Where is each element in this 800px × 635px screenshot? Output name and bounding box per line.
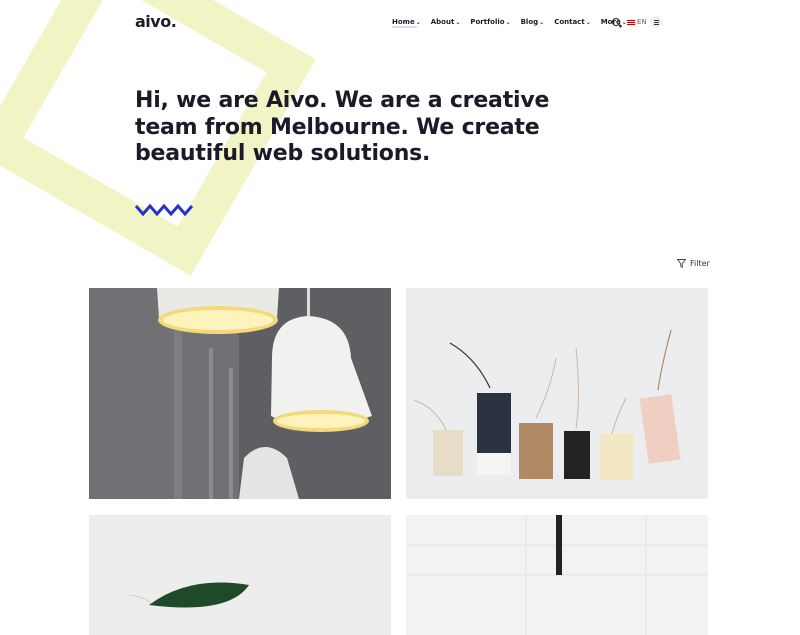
site-header: aivo. Home⌄ About⌄ Portfolio⌄ Blog⌄ Cont… xyxy=(0,0,800,46)
nav-item-label: Portfolio xyxy=(470,18,505,26)
hero-title: Hi, we are Aivo. We are a creative team … xyxy=(135,88,550,166)
logo[interactable]: aivo. xyxy=(135,12,177,31)
portfolio-item[interactable] xyxy=(406,288,708,499)
chevron-down-icon: ⌄ xyxy=(585,19,591,26)
chevron-down-icon: ⌄ xyxy=(505,19,511,26)
portfolio-item[interactable] xyxy=(89,515,391,635)
chevron-down-icon: ⌄ xyxy=(539,19,545,26)
chevron-down-icon: ⌄ xyxy=(455,19,461,26)
menu-button[interactable] xyxy=(650,16,662,28)
flag-icon xyxy=(627,19,635,25)
nav-item-home[interactable]: Home⌄ xyxy=(392,18,421,28)
nav-item-label: Blog xyxy=(520,18,539,26)
main-nav: Home⌄ About⌄ Portfolio⌄ Blog⌄ Contact⌄ M… xyxy=(392,18,637,28)
language-selector[interactable]: EN xyxy=(627,18,647,26)
portfolio-item[interactable] xyxy=(89,288,391,499)
language-label: EN xyxy=(637,18,647,26)
nav-item-contact[interactable]: Contact⌄ xyxy=(554,18,591,26)
gift-tags-image xyxy=(406,288,708,499)
zigzag-icon xyxy=(135,203,193,217)
nav-item-label: Contact xyxy=(554,18,585,26)
white-wall-image xyxy=(406,515,708,635)
nav-item-blog[interactable]: Blog⌄ xyxy=(521,18,545,26)
chevron-down-icon: ⌄ xyxy=(621,19,627,26)
filter-button[interactable]: Filter xyxy=(677,259,710,268)
nav-item-label: About xyxy=(430,18,455,26)
nav-item-about[interactable]: About⌄ xyxy=(431,18,461,26)
hamburger-icon xyxy=(653,21,659,23)
nav-item-label: Home xyxy=(392,18,415,26)
plant-leaf-image xyxy=(89,515,391,635)
search-icon[interactable] xyxy=(612,18,620,26)
filter-label: Filter xyxy=(690,259,710,268)
filter-icon xyxy=(677,259,686,268)
chevron-down-icon: ⌄ xyxy=(415,19,421,26)
portfolio-item[interactable] xyxy=(406,515,708,635)
nav-item-portfolio[interactable]: Portfolio⌄ xyxy=(470,18,510,26)
pendant-lamps-image xyxy=(89,288,391,499)
